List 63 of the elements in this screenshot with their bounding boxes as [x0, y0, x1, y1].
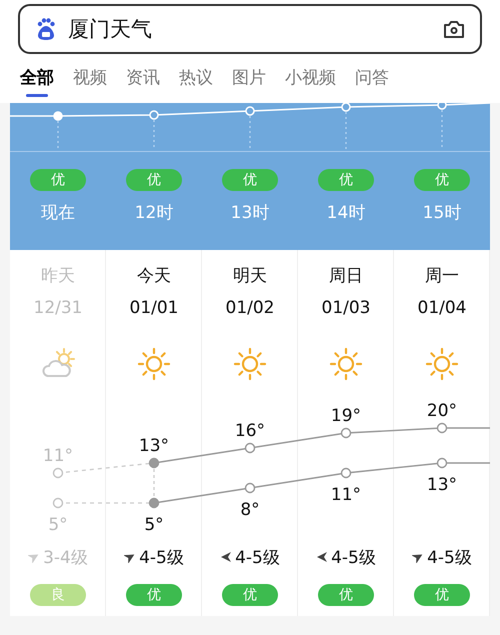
high-temperature: 19° — [330, 406, 362, 426]
tab[interactable]: 小视频 — [279, 62, 342, 97]
low-temperature: 5° — [144, 515, 164, 535]
temperature-point — [436, 422, 448, 434]
day-name: 周日 — [329, 265, 363, 288]
low-temperature: 5° — [48, 515, 68, 535]
sun-icon — [232, 346, 268, 382]
air-quality-badge: 优 — [318, 169, 374, 191]
temperature-point — [148, 498, 160, 508]
tab[interactable]: 问答 — [349, 62, 395, 97]
hour-label: 14时 — [326, 202, 366, 224]
tab[interactable]: 视频 — [67, 62, 113, 97]
temperature-point — [52, 468, 64, 478]
air-quality-badge: 优 — [318, 584, 374, 606]
low-temperature: 11° — [330, 485, 362, 505]
high-temperature: 20° — [426, 401, 458, 421]
day-date: 01/02 — [226, 298, 274, 320]
tab[interactable]: 热议 — [173, 62, 219, 97]
tab[interactable]: 图片 — [226, 62, 272, 97]
day-name: 昨天 — [41, 265, 75, 288]
tab[interactable]: 全部 — [14, 62, 60, 97]
high-temperature: 11° — [42, 446, 74, 466]
air-quality-badge: 优 — [222, 169, 278, 191]
hour-label: 13时 — [230, 202, 270, 224]
air-quality-badge: 优 — [126, 584, 182, 606]
sun-icon — [136, 346, 172, 382]
day-name: 周一 — [425, 265, 459, 288]
sun-icon — [424, 346, 460, 382]
day-date: 01/03 — [322, 298, 370, 320]
day-name: 明天 — [233, 265, 267, 288]
search-query: 厦门天气 — [68, 16, 153, 43]
wind-level: 4-5级 — [331, 546, 376, 568]
hour-label: 15时 — [422, 202, 462, 224]
day-date: 12/31 — [34, 298, 82, 320]
sun-icon — [328, 346, 364, 382]
temperature-point — [244, 442, 256, 454]
high-temperature: 16° — [234, 421, 266, 441]
temperature-point — [244, 482, 256, 494]
air-quality-badge: 优 — [126, 169, 182, 191]
temperature-point — [148, 458, 160, 468]
search-field[interactable]: 厦门天气 — [18, 4, 482, 54]
low-temperature: 13° — [426, 475, 458, 495]
air-quality-badge: 优 — [414, 169, 470, 191]
temperature-point — [340, 468, 352, 478]
tab[interactable]: 资讯 — [120, 62, 166, 97]
wind-level: 3-4级 — [43, 546, 88, 568]
wind-level: 4-5级 — [427, 546, 472, 568]
air-quality-badge: 优 — [414, 584, 470, 606]
temperature-point — [52, 498, 64, 508]
air-quality-badge: 优 — [222, 584, 278, 606]
air-quality-badge: 良 — [30, 584, 86, 606]
wind-level: 4-5级 — [139, 546, 184, 568]
temperature-point — [340, 428, 352, 438]
hour-label: 12时 — [134, 202, 174, 224]
day-date: 01/04 — [418, 298, 466, 320]
air-quality-badge: 优 — [30, 169, 86, 191]
day-name: 今天 — [137, 265, 171, 288]
wind-level: 4-5级 — [235, 546, 280, 568]
temperature-point — [436, 458, 448, 468]
day-date: 01/01 — [130, 298, 178, 320]
low-temperature: 8° — [240, 500, 260, 520]
hour-label: 现在 — [41, 202, 75, 224]
high-temperature: 13° — [138, 436, 170, 456]
